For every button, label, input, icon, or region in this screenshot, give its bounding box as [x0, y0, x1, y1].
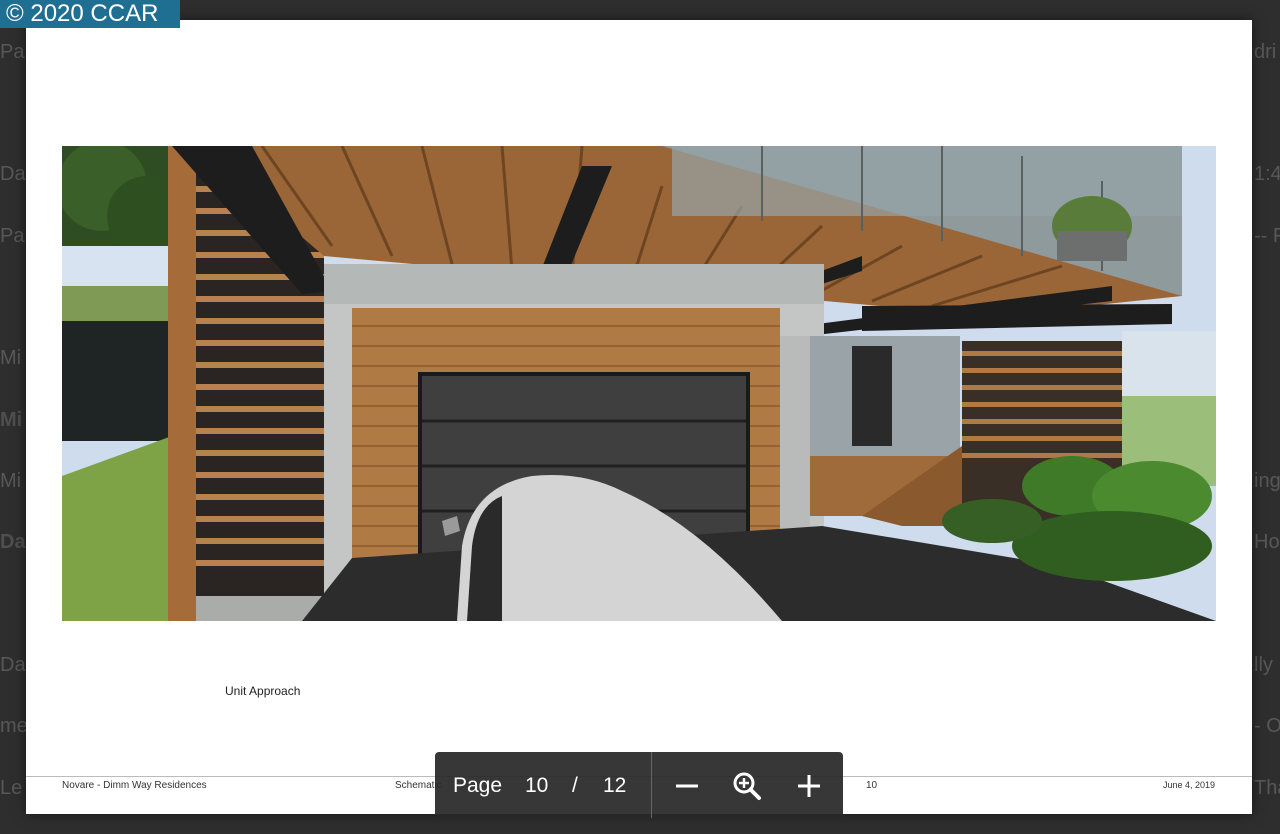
- footer-page-number: 10: [866, 780, 878, 791]
- background-text: -- F: [1254, 225, 1280, 247]
- image-caption: Unit Approach: [225, 684, 301, 698]
- toolbar-divider: [651, 752, 652, 818]
- background-text: dri: [1254, 41, 1277, 63]
- zoom-button[interactable]: [727, 766, 767, 806]
- total-pages: 12: [603, 774, 627, 797]
- background-text: Pa: [0, 225, 25, 247]
- document-page: Unit Approach Novare - Dimm Way Residenc…: [26, 20, 1252, 814]
- page-separator: /: [572, 774, 578, 797]
- background-text: 1:4: [1254, 163, 1280, 185]
- background-text: me: [0, 715, 28, 737]
- background-text: Ho: [1254, 531, 1280, 553]
- minus-icon: [676, 784, 698, 788]
- architectural-rendering: [62, 146, 1216, 621]
- background-text: lly: [1254, 654, 1273, 676]
- rendering-image: [62, 146, 1216, 621]
- magnifier-zoom-icon: [733, 772, 761, 800]
- background-text: - Oi: [1254, 715, 1280, 737]
- current-page-number[interactable]: 10: [525, 774, 548, 798]
- footer-project-name: Novare - Dimm Way Residences: [62, 780, 207, 791]
- background-text: Mi: [0, 470, 22, 492]
- page-label: Page: [453, 774, 503, 797]
- viewer-stage: Pa Da Pa Mi Mi Mi Da Da me Le dri 1:4 --…: [0, 0, 1280, 834]
- background-text: Le: [0, 777, 23, 799]
- background-text: ing: [1254, 470, 1280, 492]
- zoom-in-button[interactable]: [789, 766, 829, 806]
- footer-date: June 4, 2019: [1163, 780, 1216, 790]
- copyright-badge: © 2020 CCAR: [0, 0, 180, 28]
- viewer-toolbar: Page 10 / 12: [435, 752, 843, 818]
- background-text: Da: [0, 163, 26, 185]
- background-text: Pa: [0, 41, 25, 63]
- background-text: Mi: [0, 409, 23, 431]
- background-text: Mi: [0, 347, 22, 369]
- background-text: Da: [0, 654, 26, 676]
- background-text: Tha: [1254, 777, 1280, 799]
- background-text: Da: [0, 531, 26, 553]
- zoom-out-button[interactable]: [667, 766, 707, 806]
- plus-icon: [798, 775, 820, 797]
